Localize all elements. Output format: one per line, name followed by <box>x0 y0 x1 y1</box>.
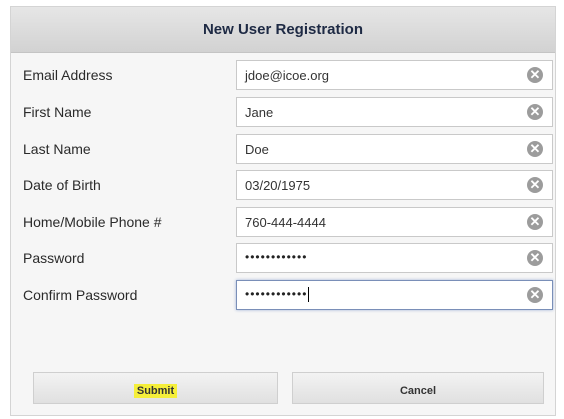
dob-value: 03/20/1975 <box>245 178 311 193</box>
email-field[interactable]: jdoe@icoe.org ✕ <box>236 60 553 90</box>
confirm-password-row: Confirm Password •••••••••••• ✕ <box>11 280 555 310</box>
email-row: Email Address jdoe@icoe.org ✕ <box>11 60 555 90</box>
dob-row: Date of Birth 03/20/1975 ✕ <box>11 170 555 200</box>
clear-icon[interactable]: ✕ <box>527 250 543 266</box>
text-caret <box>308 287 310 303</box>
submit-label: Submit <box>133 384 178 398</box>
email-value: jdoe@icoe.org <box>245 68 330 83</box>
cancel-button[interactable]: Cancel <box>292 372 544 404</box>
last-name-field[interactable]: Doe ✕ <box>236 134 553 164</box>
first-name-field[interactable]: Jane ✕ <box>236 97 553 127</box>
password-row: Password •••••••••••• ✕ <box>11 243 555 273</box>
dob-field[interactable]: 03/20/1975 ✕ <box>236 170 553 200</box>
submit-button[interactable]: Submit <box>33 372 278 404</box>
registration-dialog: New User Registration Email Address jdoe… <box>10 6 556 416</box>
cancel-label: Cancel <box>399 385 437 397</box>
dialog-title: New User Registration <box>202 21 364 38</box>
last-name-row: Last Name Doe ✕ <box>11 134 555 164</box>
first-name-value: Jane <box>245 105 274 120</box>
dob-label: Date of Birth <box>23 177 101 193</box>
email-label: Email Address <box>23 67 113 83</box>
first-name-row: First Name Jane ✕ <box>11 97 555 127</box>
dialog-titlebar: New User Registration <box>11 7 555 53</box>
last-name-label: Last Name <box>23 141 91 157</box>
phone-value: 760-444-4444 <box>245 215 326 230</box>
confirm-password-field[interactable]: •••••••••••• ✕ <box>236 280 553 310</box>
first-name-label: First Name <box>23 104 92 120</box>
phone-field[interactable]: 760-444-4444 ✕ <box>236 207 553 237</box>
confirm-password-text: •••••••••••• <box>245 287 308 301</box>
clear-icon[interactable]: ✕ <box>527 214 543 230</box>
confirm-password-value: •••••••••••• <box>245 287 310 303</box>
password-label: Password <box>23 250 85 266</box>
password-value: •••••••••••• <box>245 250 308 264</box>
confirm-password-label: Confirm Password <box>23 287 138 303</box>
clear-icon[interactable]: ✕ <box>527 177 543 193</box>
clear-icon[interactable]: ✕ <box>527 287 543 303</box>
clear-icon[interactable]: ✕ <box>527 67 543 83</box>
password-field[interactable]: •••••••••••• ✕ <box>236 243 553 273</box>
phone-row: Home/Mobile Phone # 760-444-4444 ✕ <box>11 207 555 237</box>
clear-icon[interactable]: ✕ <box>527 141 543 157</box>
last-name-value: Doe <box>245 142 269 157</box>
phone-label: Home/Mobile Phone # <box>23 214 162 230</box>
clear-icon[interactable]: ✕ <box>527 104 543 120</box>
